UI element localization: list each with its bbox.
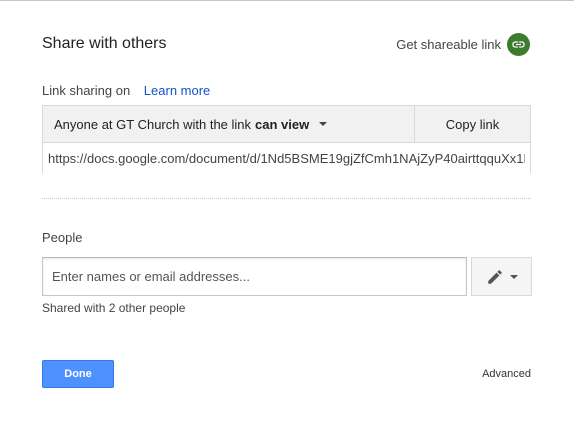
people-input[interactable]: [42, 257, 467, 296]
chevron-down-icon: [509, 274, 518, 279]
link-icon[interactable]: [507, 33, 530, 56]
done-button[interactable]: Done: [42, 360, 114, 388]
shared-with-text[interactable]: Shared with 2 other people: [42, 301, 185, 315]
link-controls: Anyone at GT Church with the link can vi…: [43, 106, 530, 143]
share-url-field[interactable]: [43, 143, 530, 173]
share-dialog: Share with others Get shareable link Lin…: [0, 0, 574, 422]
pencil-icon: [487, 269, 502, 284]
advanced-link[interactable]: Advanced: [482, 368, 531, 380]
link-sharing-status-row: Link sharing on Learn more: [42, 83, 210, 98]
get-shareable-link-button[interactable]: Get shareable link: [396, 33, 530, 56]
access-prefix: Anyone at GT Church with the link: [54, 116, 252, 132]
link-access-dropdown[interactable]: Anyone at GT Church with the link can vi…: [43, 106, 414, 142]
section-divider: [42, 198, 531, 199]
chevron-down-icon: [319, 122, 328, 126]
link-sharing-status: Link sharing on: [42, 83, 131, 98]
copy-link-button[interactable]: Copy link: [414, 106, 530, 142]
dialog-title: Share with others: [42, 35, 167, 52]
permission-dropdown-button[interactable]: [471, 257, 532, 296]
access-level: can view: [255, 116, 310, 132]
get-shareable-link-label: Get shareable link: [396, 37, 501, 52]
link-sharing-box: Anyone at GT Church with the link can vi…: [42, 105, 531, 173]
learn-more-link[interactable]: Learn more: [144, 83, 210, 98]
people-label: People: [42, 230, 83, 245]
